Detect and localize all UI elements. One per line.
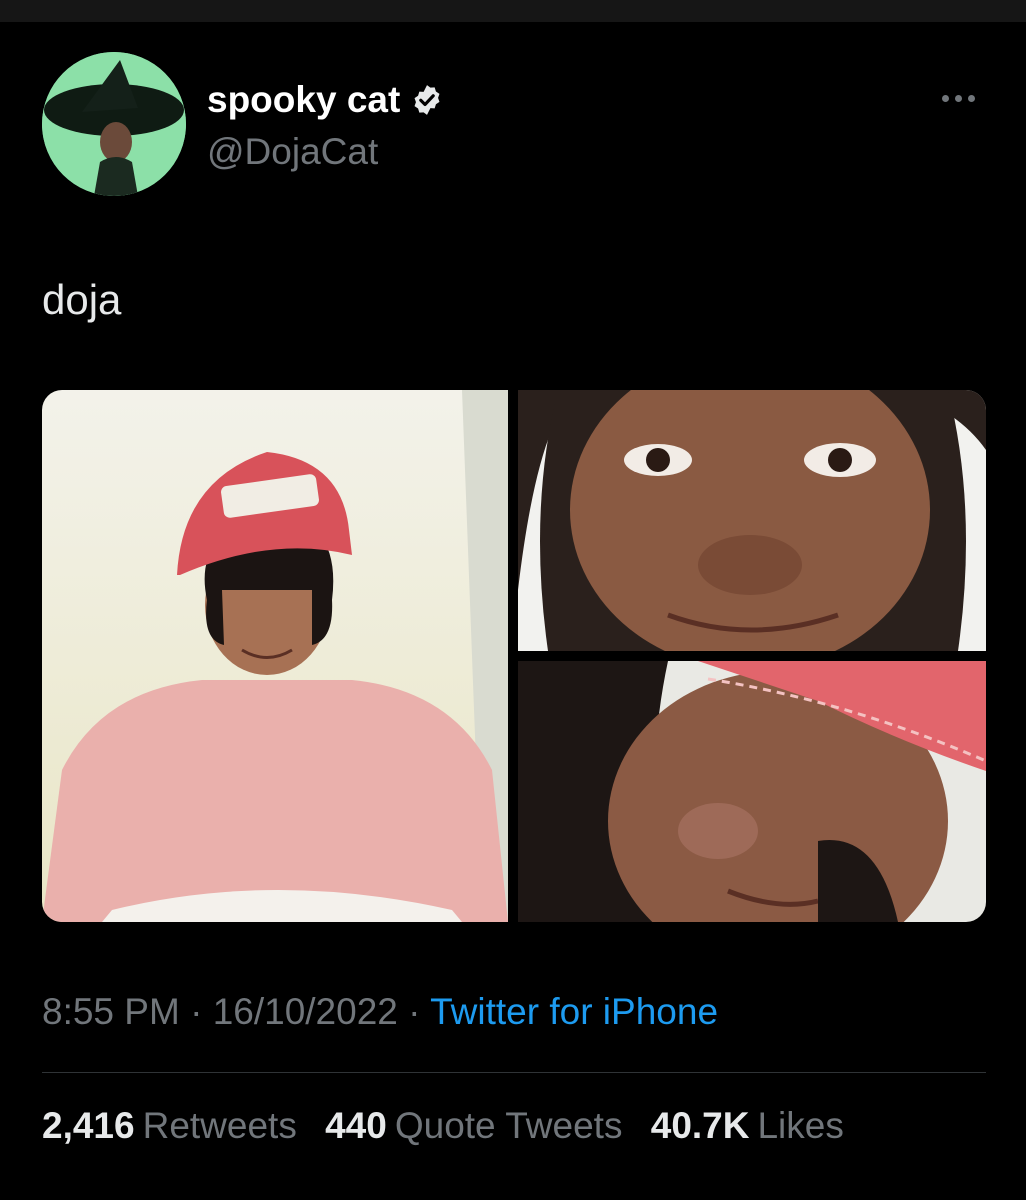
tweet-source-link[interactable]: Twitter for iPhone <box>430 991 718 1032</box>
likes-label: Likes <box>757 1105 844 1146</box>
more-options-icon[interactable] <box>930 80 986 116</box>
avatar-image <box>42 52 186 196</box>
retweets-count: 2,416 <box>42 1105 135 1146</box>
status-bar <box>0 0 1026 22</box>
tweet-date[interactable]: 16/10/2022 <box>213 991 398 1032</box>
divider <box>42 1072 986 1073</box>
user-handle[interactable]: @DojaCat <box>207 130 378 174</box>
photo-3[interactable] <box>518 661 986 922</box>
quote-tweets-count: 440 <box>325 1105 387 1146</box>
tweet-stats: 2,416 Retweets 440 Quote Tweets 40.7K Likes <box>42 1102 862 1150</box>
tweet-metadata: 8:55 PM · 16/10/2022 · Twitter for iPhon… <box>42 988 718 1036</box>
media-grid <box>42 390 986 922</box>
separator-dot: · <box>190 991 203 1032</box>
quote-tweets-label: Quote Tweets <box>394 1105 623 1146</box>
retweets-label: Retweets <box>142 1105 297 1146</box>
avatar[interactable] <box>42 52 186 196</box>
tweet-text: doja <box>42 276 122 323</box>
likes-count: 40.7K <box>650 1105 750 1146</box>
likes-stat[interactable]: 40.7K Likes <box>651 1105 844 1146</box>
display-name[interactable]: spooky cat <box>207 78 444 122</box>
quote-tweets-stat[interactable]: 440 Quote Tweets <box>325 1105 622 1146</box>
photo-2[interactable] <box>518 390 986 651</box>
tweet-time[interactable]: 8:55 PM <box>42 991 180 1032</box>
retweets-stat[interactable]: 2,416 Retweets <box>42 1105 297 1146</box>
photo-1[interactable] <box>42 390 508 922</box>
verified-badge-icon <box>410 83 444 117</box>
display-name-text[interactable]: spooky cat <box>207 78 400 122</box>
separator-dot: · <box>408 991 421 1032</box>
